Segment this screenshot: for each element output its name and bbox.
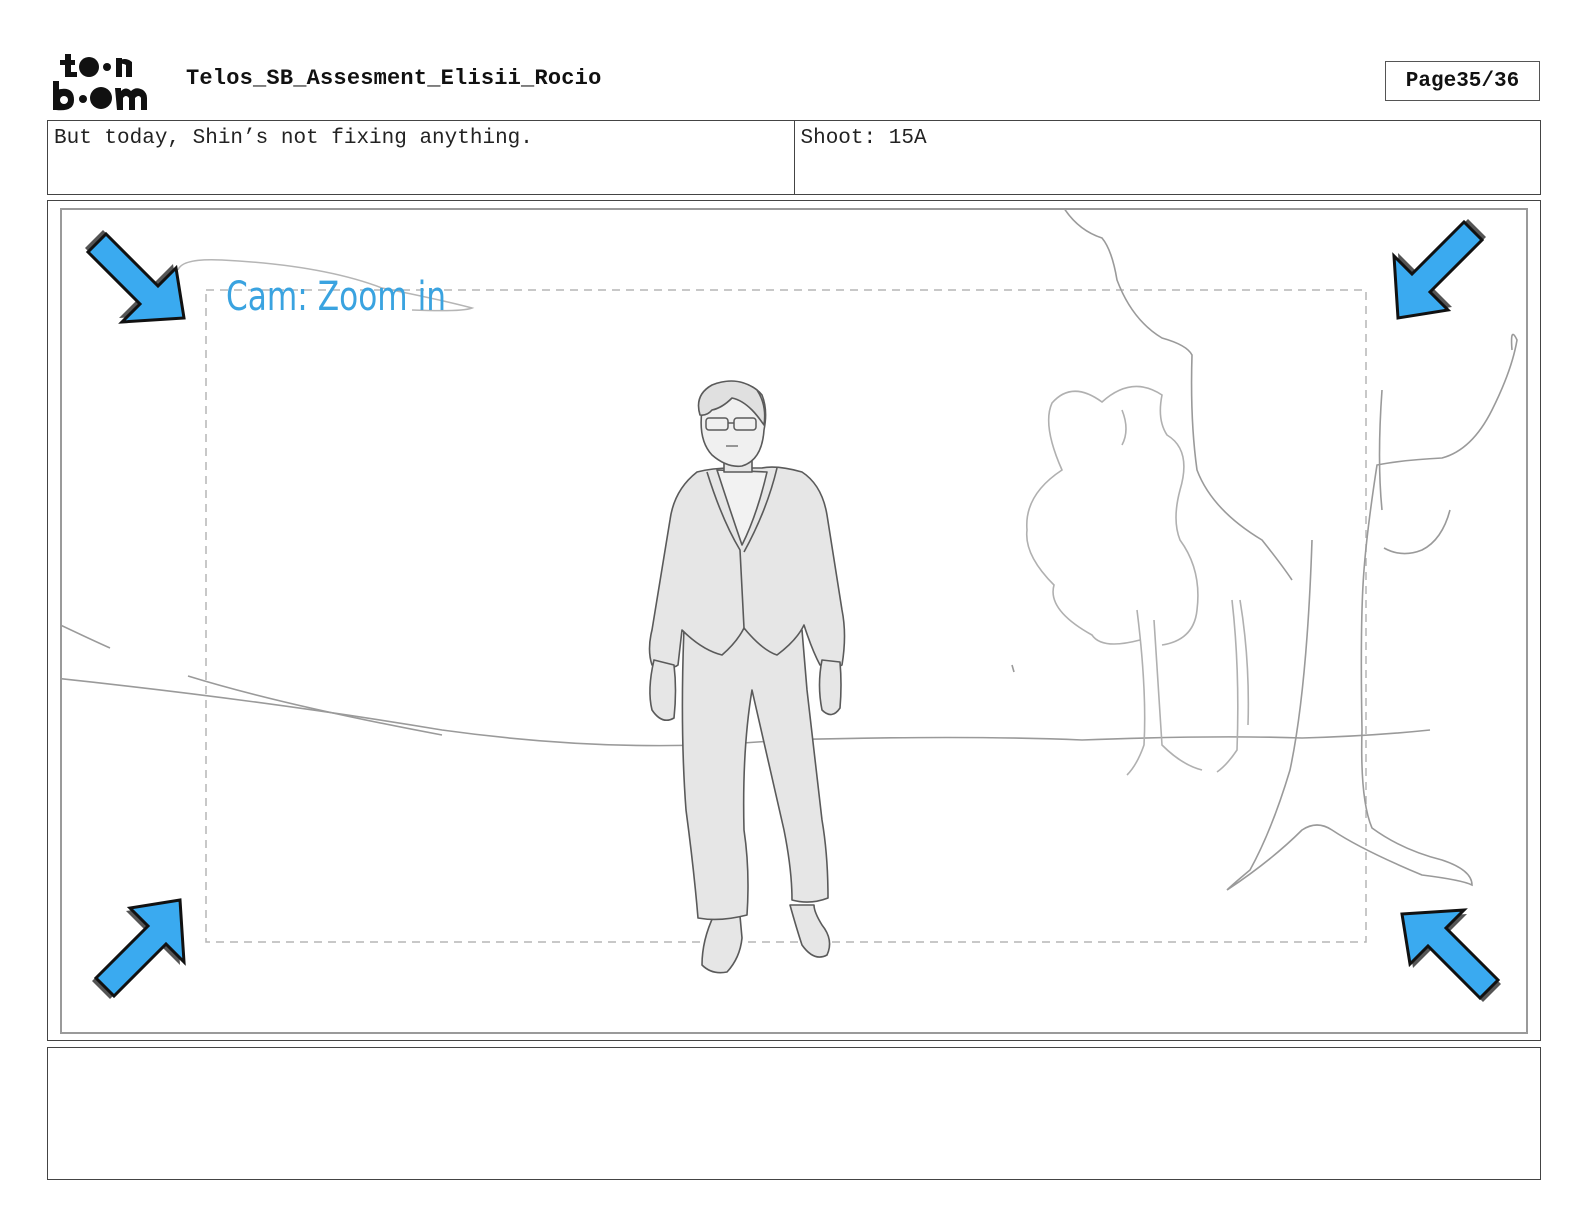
shot-number: 15A <box>888 127 927 150</box>
panel-frame: Cam: Zoom in <box>60 208 1528 1034</box>
zoom-arrow-bottom-right <box>1400 908 1501 1002</box>
big-tree <box>1064 210 1518 891</box>
zoom-arrow-top-right <box>1392 219 1486 320</box>
document-title: Telos_SB_Assesment_Elisii_Rocio <box>186 66 602 91</box>
camera-note: Cam: Zoom in <box>226 274 447 320</box>
dialogue-text: But today, Shin’s not fixing anything. <box>54 127 533 150</box>
panel-info-row: But today, Shin’s not fixing anything. S… <box>47 120 1541 195</box>
page-indicator: Page 35/36 <box>1385 61 1540 101</box>
page-label: Page <box>1405 69 1457 93</box>
shot-cell: Shoot: 15A <box>793 121 1541 194</box>
page-number: 35/36 <box>1456 69 1520 93</box>
character-shin <box>648 380 846 974</box>
toon-boom-logo <box>53 54 147 111</box>
storyboard-panel: Cam: Zoom in <box>47 200 1541 1041</box>
notes-box <box>47 1047 1541 1180</box>
small-tree <box>1025 385 1250 776</box>
panel-drawing <box>62 210 1518 1002</box>
zoom-arrow-bottom-left <box>92 898 186 999</box>
shot-label: Shoot: <box>800 127 877 150</box>
dialogue-cell: But today, Shin’s not fixing anything. <box>48 121 794 194</box>
zoom-arrow-top-left <box>85 230 186 324</box>
